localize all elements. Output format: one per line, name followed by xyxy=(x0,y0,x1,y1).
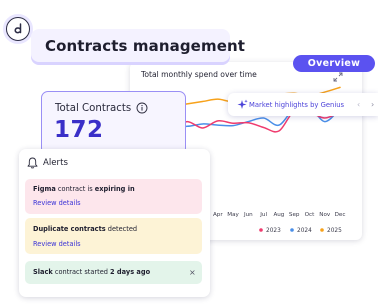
legend-marker-2023 xyxy=(259,228,263,232)
duplicates-review-link[interactable]: Review details xyxy=(33,240,81,248)
app-logo xyxy=(6,17,30,41)
legend-label-2025: 2025 xyxy=(327,228,342,234)
alert-figma-text: Figma contract is expiring in xyxy=(33,185,135,193)
alert-slack-text: Slack contract started 2 days ago xyxy=(33,268,151,276)
highlights-next-button[interactable]: › xyxy=(371,100,374,109)
logo-icon xyxy=(14,23,22,34)
total-contracts-value: 172 xyxy=(54,117,104,143)
x-tick-label: Aug xyxy=(273,212,284,218)
market-highlights-label: Market highlights by Genius xyxy=(249,101,345,109)
x-tick-label: Oct xyxy=(305,212,315,218)
legend-marker-2024 xyxy=(290,228,294,232)
legend-label-2023: 2023 xyxy=(266,228,281,234)
x-tick-label: Sep xyxy=(289,212,300,218)
close-icon[interactable]: × xyxy=(189,268,196,277)
sparkle-icon xyxy=(237,99,248,109)
figma-review-link[interactable]: Review details xyxy=(33,199,81,207)
total-contracts-label: Total Contracts xyxy=(55,103,132,114)
page-title: Contracts management xyxy=(45,37,246,55)
legend-label-2024: 2024 xyxy=(297,228,312,234)
x-tick-label: Nov xyxy=(319,212,331,218)
alert-duplicates-text: Duplicate contracts detected xyxy=(33,225,138,233)
x-tick-label: Apr xyxy=(213,212,223,218)
alert-item-duplicates[interactable] xyxy=(25,218,202,254)
x-tick-label: Jun xyxy=(243,212,253,218)
bell-icon xyxy=(27,157,38,169)
x-tick-label: May xyxy=(227,212,239,218)
legend-marker-2025 xyxy=(320,228,324,232)
highlights-prev-button[interactable]: ‹ xyxy=(357,100,360,109)
overview-tab[interactable]: Overview xyxy=(293,55,375,72)
x-tick-label: Jul xyxy=(259,212,267,218)
contracts-dashboard: Total monthly spend over time $900K$700K… xyxy=(0,0,378,307)
x-tick-label: Dec xyxy=(335,212,346,218)
info-icon[interactable] xyxy=(136,102,148,114)
alerts-title: Alerts xyxy=(43,158,68,168)
